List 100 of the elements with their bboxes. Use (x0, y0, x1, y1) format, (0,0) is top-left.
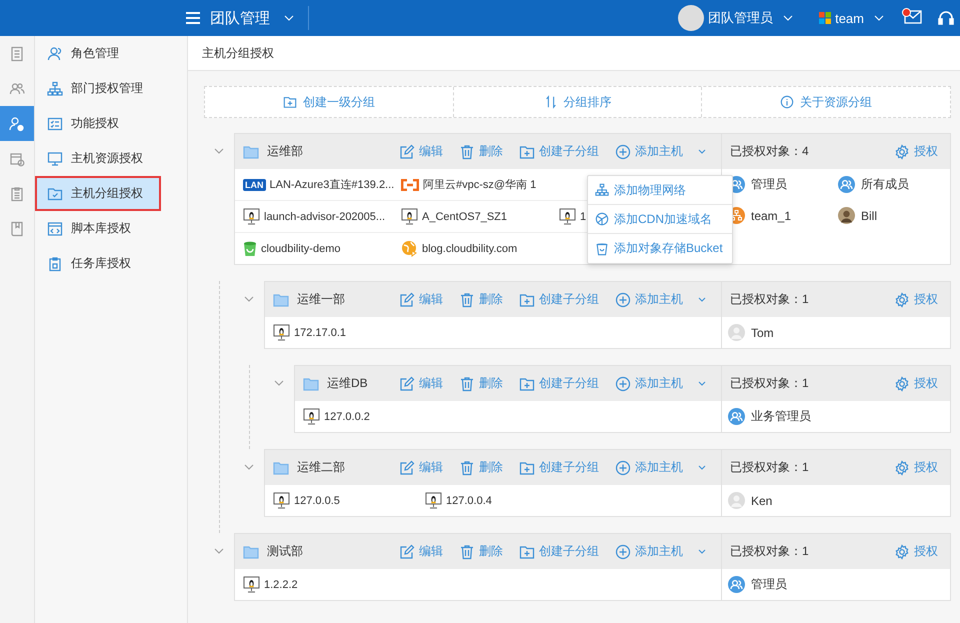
folder-plus-icon (519, 376, 535, 392)
group-name: 运维部 (267, 143, 304, 160)
menu-item[interactable]: 添加物理网络 (588, 176, 732, 205)
linux-server-icon (401, 208, 418, 225)
plus-circle-icon (615, 292, 631, 308)
group-name: 测试部 (267, 543, 304, 560)
folder-icon (243, 144, 259, 160)
caret-icon (284, 15, 294, 21)
task-clipboard-icon (47, 256, 63, 272)
group-action-button[interactable]: 创建子分组 (515, 375, 603, 392)
menu-item[interactable]: 添加CDN加速域名 (588, 205, 732, 234)
host-name[interactable]: A_CentOS7_SZ1 (422, 210, 507, 222)
group-action-button[interactable]: 删除 (455, 459, 507, 476)
settings-icon (894, 144, 910, 160)
host-name[interactable]: 127.0.0.4 (446, 494, 492, 506)
group-action-button[interactable]: 添加主机 (611, 543, 713, 560)
grant-button[interactable]: 授权 (890, 143, 942, 160)
group-action-button[interactable]: 编辑 (395, 459, 447, 476)
folder-icon (303, 376, 319, 392)
toolbar-button[interactable]: 创建一级分组 (205, 87, 454, 117)
avatar-icon (678, 5, 704, 31)
org-chart-icon (47, 80, 63, 96)
linux-server-icon (303, 408, 320, 425)
authorized-count: 已授权对象：1 (730, 375, 810, 392)
host-name[interactable]: 172.17.0.1 (294, 326, 346, 338)
sidebar-item[interactable]: 功能授权 (35, 106, 187, 141)
people-icon (9, 80, 25, 96)
toolbar-button[interactable]: 分组排序 (454, 87, 702, 117)
bucket-icon (243, 240, 257, 256)
document-icon (9, 46, 25, 62)
host-name[interactable]: blog.cloudbility.com (422, 242, 518, 254)
group-action-button[interactable]: 编辑 (395, 143, 447, 160)
edit-icon (399, 376, 415, 392)
app-menu-button[interactable]: 团队管理 (186, 6, 309, 30)
group-action-button[interactable]: 编辑 (395, 543, 447, 560)
grant-button[interactable]: 授权 (890, 375, 942, 392)
mail-icon[interactable] (904, 10, 922, 24)
toolbar-button[interactable]: 关于资源分组 (702, 87, 950, 117)
team-menu[interactable]: team (813, 10, 890, 26)
sidebar-item[interactable]: 主机分组授权 (35, 176, 161, 211)
grant-button[interactable]: 授权 (890, 291, 942, 308)
sidebar-item[interactable]: 角色管理 (35, 36, 187, 71)
group-action-button[interactable]: 创建子分组 (515, 291, 603, 308)
group-action-button[interactable]: 编辑 (395, 291, 447, 308)
headset-icon[interactable] (938, 10, 954, 26)
host-name[interactable]: LAN-Azure3直连#139.2... (270, 177, 394, 192)
role-icon (728, 576, 745, 593)
group-action-button[interactable]: 删除 (455, 543, 507, 560)
trash-icon (459, 144, 475, 160)
role-icon (728, 408, 745, 425)
group-action-button[interactable]: 创建子分组 (515, 459, 603, 476)
host-name[interactable]: 阿里云#vpc-sz@华南 1 (423, 177, 536, 192)
group-action-button[interactable]: 删除 (455, 375, 507, 392)
group-action-button[interactable]: 添加主机 (611, 291, 713, 308)
folder-plus-icon (519, 460, 535, 476)
host-name[interactable]: 127.0.0.2 (324, 410, 370, 422)
edit-icon (399, 460, 415, 476)
folder-plus-icon (519, 144, 535, 160)
linux-server-icon (559, 208, 576, 225)
sidebar-item[interactable]: 任务库授权 (35, 246, 187, 281)
host-name[interactable]: 1 (580, 210, 586, 222)
user-gear-icon (9, 116, 25, 132)
grantee-name: Tom (751, 326, 774, 340)
role-icon (838, 176, 855, 193)
plus-circle-icon (615, 376, 631, 392)
linux-server-icon (425, 492, 442, 509)
plus-circle-icon (615, 144, 631, 160)
authorized-count: 已授权对象：1 (730, 291, 810, 308)
grant-button[interactable]: 授权 (890, 543, 942, 560)
menu-item[interactable]: 添加对象存储Bucket (588, 234, 732, 263)
host-name[interactable]: cloudbility-demo (261, 242, 340, 254)
host-name[interactable]: 1.2.2.2 (264, 578, 298, 590)
group-action-button[interactable]: 编辑 (395, 375, 447, 392)
group-action-button[interactable]: 添加主机 (611, 375, 713, 392)
user-menu[interactable]: 团队管理员 (672, 4, 800, 32)
grant-button[interactable]: 授权 (890, 459, 942, 476)
settings-icon (894, 544, 910, 560)
host-name[interactable]: launch-advisor-202005... (264, 210, 386, 222)
sidebar-item[interactable]: 脚本库授权 (35, 211, 187, 246)
globe-icon (595, 212, 609, 226)
sidebar-item[interactable]: 部门授权管理 (35, 71, 187, 106)
sidebar-item[interactable]: 主机资源授权 (35, 141, 187, 176)
group-action-button[interactable]: 删除 (455, 143, 507, 160)
info-icon (780, 95, 794, 109)
edit-icon (399, 544, 415, 560)
group-action-button[interactable]: 添加主机 (611, 459, 713, 476)
group-action-button[interactable]: 创建子分组 (515, 543, 603, 560)
group-action-button[interactable]: 添加主机 (611, 143, 713, 160)
group-name: 运维二部 (297, 459, 346, 476)
avatar-icon (728, 492, 745, 509)
code-window-icon (47, 220, 63, 236)
linux-server-icon (273, 492, 290, 509)
folder-icon (273, 292, 289, 308)
grantee-name: 业务管理员 (751, 408, 811, 425)
authorized-count: 已授权对象：1 (730, 543, 810, 560)
group-action-button[interactable]: 创建子分组 (515, 143, 603, 160)
folder-plus-icon (282, 95, 297, 109)
linux-server-icon (273, 324, 290, 341)
host-name[interactable]: 127.0.0.5 (294, 494, 340, 506)
group-action-button[interactable]: 删除 (455, 291, 507, 308)
